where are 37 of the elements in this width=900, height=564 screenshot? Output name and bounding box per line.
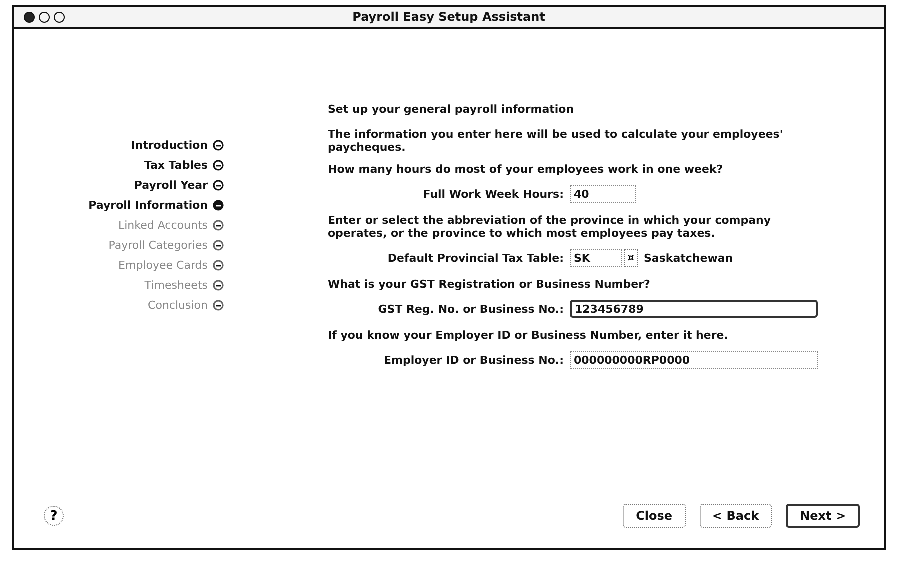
province-name: Saskatchewan bbox=[644, 252, 734, 264]
lookup-button[interactable]: ¤ bbox=[624, 249, 638, 267]
input-field[interactable]: 000000000RP0000 bbox=[570, 351, 818, 369]
sidebar-item[interactable]: Introduction bbox=[131, 137, 224, 153]
sidebar-item[interactable]: Payroll Information bbox=[88, 197, 224, 213]
step-icon bbox=[213, 240, 224, 250]
field-label: GST Reg. No. or Business No.: bbox=[377, 302, 564, 316]
minimize-icon[interactable] bbox=[39, 12, 50, 22]
step-icon bbox=[213, 200, 224, 210]
step-icon bbox=[213, 140, 224, 150]
help-button[interactable]: ? bbox=[44, 506, 64, 526]
step-icon bbox=[213, 260, 224, 270]
step-icon bbox=[213, 160, 224, 170]
instruction-text: How many hours do most of your employees work in one week? bbox=[328, 163, 724, 176]
zoom-icon[interactable] bbox=[54, 12, 65, 22]
instruction-text: If you know your Employer ID or Business Number, enter it here. bbox=[328, 329, 730, 342]
instruction-text: What is your GST Registration or Business Number? bbox=[328, 278, 652, 291]
input-field[interactable]: 123456789 bbox=[570, 300, 818, 318]
input-field[interactable]: SK bbox=[570, 249, 622, 267]
sidebar-item[interactable]: Tax Tables bbox=[144, 157, 224, 173]
input-field[interactable]: 40 bbox=[570, 185, 636, 203]
step-icon bbox=[213, 280, 224, 290]
instruction-text: The information you enter here will be used to calculate your employees' paycheques. bbox=[328, 128, 784, 154]
instruction-text: Enter or select the abbreviation of the province in which your company operates, or the province to which most employees pay taxes. bbox=[328, 214, 772, 240]
field-label: Default Provincial Tax Table: bbox=[386, 252, 564, 264]
step-icon bbox=[213, 300, 224, 310]
window-title: Payroll Easy Setup Assistant bbox=[352, 10, 546, 24]
sidebar-item[interactable]: Payroll Year bbox=[134, 177, 224, 193]
page-heading: Set up your general payroll information bbox=[328, 103, 576, 116]
footer-button[interactable]: Close bbox=[623, 504, 686, 528]
step-icon bbox=[213, 220, 224, 230]
step-icon bbox=[213, 180, 224, 190]
field-label: Full Work Week Hours: bbox=[422, 188, 564, 200]
field-label: Employer ID or Business No.: bbox=[382, 354, 564, 366]
footer-button[interactable]: Next > bbox=[786, 504, 860, 528]
close-icon[interactable] bbox=[24, 12, 35, 22]
footer-button[interactable]: < Back bbox=[700, 504, 772, 528]
